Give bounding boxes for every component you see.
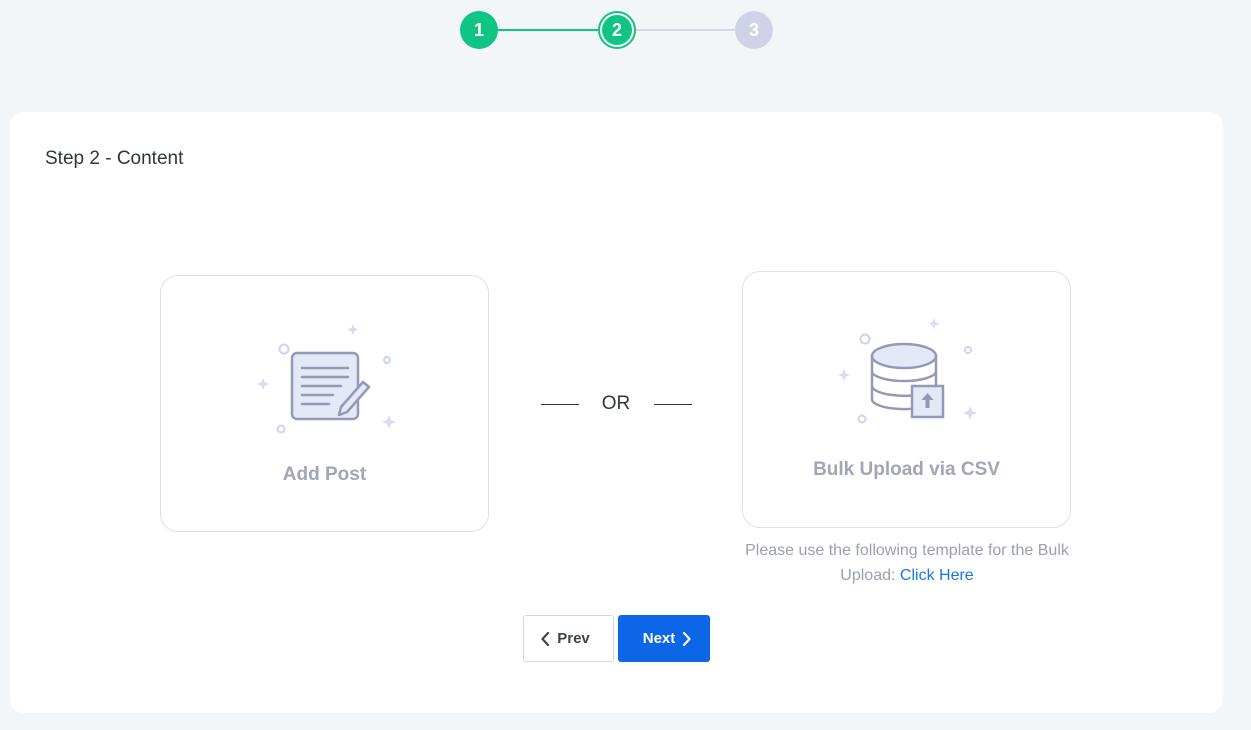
next-button[interactable]: Next bbox=[618, 615, 710, 662]
template-link[interactable]: Click Here bbox=[900, 567, 974, 584]
bulk-upload-option[interactable]: Bulk Upload via CSV bbox=[742, 271, 1071, 528]
add-post-option[interactable]: Add Post bbox=[160, 275, 489, 532]
next-label: Next bbox=[642, 630, 676, 647]
stepper: 1 2 3 bbox=[0, 0, 1251, 60]
document-edit-icon bbox=[257, 324, 396, 434]
step-2-indicator[interactable]: 2 bbox=[598, 11, 636, 49]
content-card: Step 2 - Content Add Post OR Bulk Upload… bbox=[10, 112, 1223, 713]
prev-button[interactable]: Prev bbox=[523, 615, 614, 662]
database-upload-icon bbox=[838, 318, 977, 424]
chevron-left-icon bbox=[541, 631, 550, 646]
stepper-line-completed bbox=[479, 29, 617, 31]
or-separator: OR bbox=[540, 392, 692, 416]
chevron-right-icon bbox=[683, 631, 691, 646]
step-3-indicator[interactable]: 3 bbox=[735, 11, 773, 49]
step-1-indicator[interactable]: 1 bbox=[460, 11, 498, 49]
prev-label: Prev bbox=[557, 630, 590, 647]
page-title: Step 2 - Content bbox=[45, 148, 184, 169]
template-note: Please use the following template for th… bbox=[732, 538, 1082, 588]
or-line-right bbox=[654, 404, 692, 405]
stepper-line-pending bbox=[617, 29, 754, 31]
add-post-label: Add Post bbox=[282, 464, 367, 485]
bulk-upload-label: Bulk Upload via CSV bbox=[813, 459, 1000, 480]
